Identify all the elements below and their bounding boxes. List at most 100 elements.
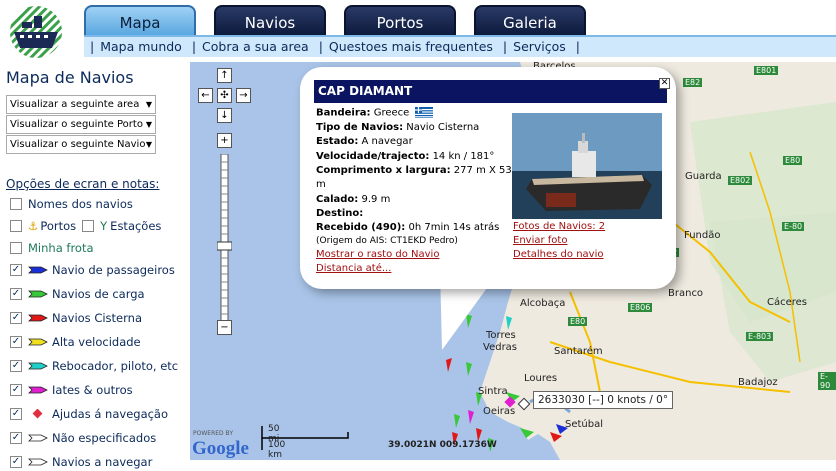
destination-row: Destino:: [316, 208, 363, 219]
dimensions-value: 277 m X 53: [453, 165, 512, 176]
nav-link-questoes[interactable]: Questoes mais frequentes: [329, 39, 493, 54]
legend-label: Alta velocidade: [52, 335, 141, 349]
nav-aid-marker[interactable]: [517, 397, 531, 411]
option-my-fleet[interactable]: Minha frota: [10, 239, 94, 257]
ship-marker[interactable]: [468, 410, 474, 424]
option-label: Nomes dos navios: [28, 197, 133, 211]
ship-photo[interactable]: [512, 113, 662, 219]
powered-by-text: POWERED BY: [193, 430, 234, 437]
sidebar-title: Mapa de Navios: [6, 68, 134, 87]
nav-link-servicos[interactable]: Serviços: [513, 39, 566, 54]
tab-mapa[interactable]: Mapa: [84, 5, 196, 35]
dimensions-unit: m: [316, 179, 326, 190]
ship-marker[interactable]: [466, 362, 472, 376]
option-ship-names[interactable]: Nomes dos navios: [10, 195, 133, 213]
option-label-ports: Portos: [40, 219, 77, 233]
road-badge: E-803: [746, 332, 774, 341]
ship-marker[interactable]: [520, 428, 534, 438]
type-value: Navio Cisterna: [406, 122, 480, 133]
legend-item[interactable]: ✓ Não especificados: [10, 429, 156, 447]
select-port-value: Visualizar o seguinte Porto: [10, 119, 143, 130]
checkbox-stations[interactable]: [82, 220, 95, 232]
flag-label: Bandeira:: [316, 107, 371, 119]
anchor-icon: ⚓: [28, 219, 39, 233]
flag-row: Bandeira: Greece: [316, 107, 433, 119]
legend-item[interactable]: ✓ Iates & outros: [10, 381, 133, 399]
legend-label: Iates & outros: [52, 383, 133, 397]
select-port[interactable]: Visualizar o seguinte Porto ▼: [6, 115, 156, 134]
option-ports-stations: ⚓ Portos Y Estações: [10, 217, 161, 235]
place-label: Fundão: [684, 230, 721, 241]
scale-km: 100 km: [268, 440, 286, 460]
legend-item[interactable]: ✓ Navios a navegar: [10, 453, 152, 471]
legend-checkbox[interactable]: ✓: [10, 336, 22, 348]
legend-item[interactable]: ✓ Navios Cisterna: [10, 309, 142, 327]
received-label: Recebido (490):: [316, 222, 406, 233]
ship-hover-tooltip: 2633030 [--] 0 knots / 0°: [533, 391, 674, 409]
option-label: Minha frota: [28, 241, 94, 255]
legend-label: Rebocador, piloto, etc: [52, 359, 179, 373]
distance-link[interactable]: Distancia até...: [316, 263, 391, 274]
show-track-link[interactable]: Mostrar o rasto do Navio: [316, 249, 439, 260]
ship-type-icon: [28, 458, 48, 466]
draught-row: Calado: 9.9 m: [316, 194, 390, 205]
legend-label: Navio de passageiros: [52, 263, 175, 277]
close-icon[interactable]: ✕: [659, 78, 670, 89]
speed-row: Velocidade/trajecto: 14 kn / 181°: [316, 151, 494, 162]
status-value: A navegar: [361, 136, 413, 147]
legend-label: Navios a navegar: [52, 455, 153, 469]
draught-value: 9.9 m: [361, 194, 391, 205]
place-label: Branco: [668, 288, 704, 299]
select-area-value: Visualizar a seguinte area: [10, 99, 140, 110]
legend-item[interactable]: ✓ Ajudas á navegação: [10, 405, 168, 423]
speed-value: 14 kn / 181°: [432, 151, 495, 162]
ship-marker[interactable]: [454, 414, 460, 428]
nav-link-cobra-area[interactable]: Cobra a sua area: [202, 39, 309, 54]
tab-galeria[interactable]: Galeria: [474, 5, 586, 35]
send-photo-link[interactable]: Enviar foto: [513, 235, 567, 246]
ship-photos-link[interactable]: Fotos de Navios: 2: [513, 221, 605, 232]
ship-type-icon: [28, 386, 48, 394]
nav-link-mapa-mundo[interactable]: Mapa mundo: [100, 39, 182, 54]
cursor-coordinates: 39.0021N 009.1736W: [388, 440, 497, 450]
legend-checkbox[interactable]: ✓: [10, 312, 22, 324]
place-label: Santarém: [554, 346, 603, 357]
place-label: Alcobaça: [520, 298, 566, 309]
legend-item[interactable]: ✓ Alta velocidade: [10, 333, 141, 351]
legend-checkbox[interactable]: ✓: [10, 432, 22, 444]
legend-checkbox[interactable]: ✓: [10, 456, 22, 468]
checkbox[interactable]: [10, 242, 22, 254]
tab-navios[interactable]: Navios: [214, 5, 326, 35]
speed-label: Velocidade/trajecto:: [316, 151, 430, 162]
place-label: Cáceres: [767, 297, 808, 308]
road-badge: E-90: [818, 372, 836, 390]
logo-ship-icon[interactable]: [6, 4, 66, 60]
road-badge: E801: [754, 66, 779, 75]
legend-checkbox[interactable]: ✓: [10, 264, 22, 276]
select-ship[interactable]: Visualizar o seguinte Navio ▼: [6, 135, 156, 154]
ship-type-icon: [28, 434, 48, 442]
ship-marker[interactable]: [446, 358, 452, 372]
checkbox[interactable]: [10, 198, 22, 210]
dimensions-row: Comprimento x largura: 277 m X 53: [316, 165, 512, 176]
ship-details-link[interactable]: Detalhes do navio: [513, 249, 603, 260]
destination-label: Destino:: [316, 208, 364, 219]
type-row: Tipo de Navios: Navio Cisterna: [316, 122, 479, 133]
ship-marker[interactable]: [506, 316, 512, 330]
checkbox-ports[interactable]: [10, 220, 22, 232]
google-logo[interactable]: Google: [192, 438, 249, 460]
legend-item[interactable]: ✓ Navios de carga: [10, 285, 145, 303]
dropdown-arrow-icon: ▼: [145, 100, 152, 109]
legend-checkbox[interactable]: ✓: [10, 288, 22, 300]
place-label: Sintra: [478, 386, 508, 397]
legend-checkbox[interactable]: ✓: [10, 360, 22, 372]
legend-item[interactable]: ✓ Rebocador, piloto, etc: [10, 357, 178, 375]
legend-checkbox[interactable]: ✓: [10, 408, 22, 420]
sub-navigation: | Mapa mundo | Cobra a sua area | Questoes …: [84, 35, 836, 57]
tab-portos[interactable]: Portos: [344, 5, 456, 35]
select-area[interactable]: Visualizar a seguinte area ▼: [6, 95, 156, 114]
legend-item[interactable]: ✓ Navio de passageiros: [10, 261, 175, 279]
nav-aid-icon: [32, 409, 43, 419]
sidebar: Mapa de Navios Visualizar a seguinte are…: [0, 62, 190, 469]
legend-checkbox[interactable]: ✓: [10, 384, 22, 396]
